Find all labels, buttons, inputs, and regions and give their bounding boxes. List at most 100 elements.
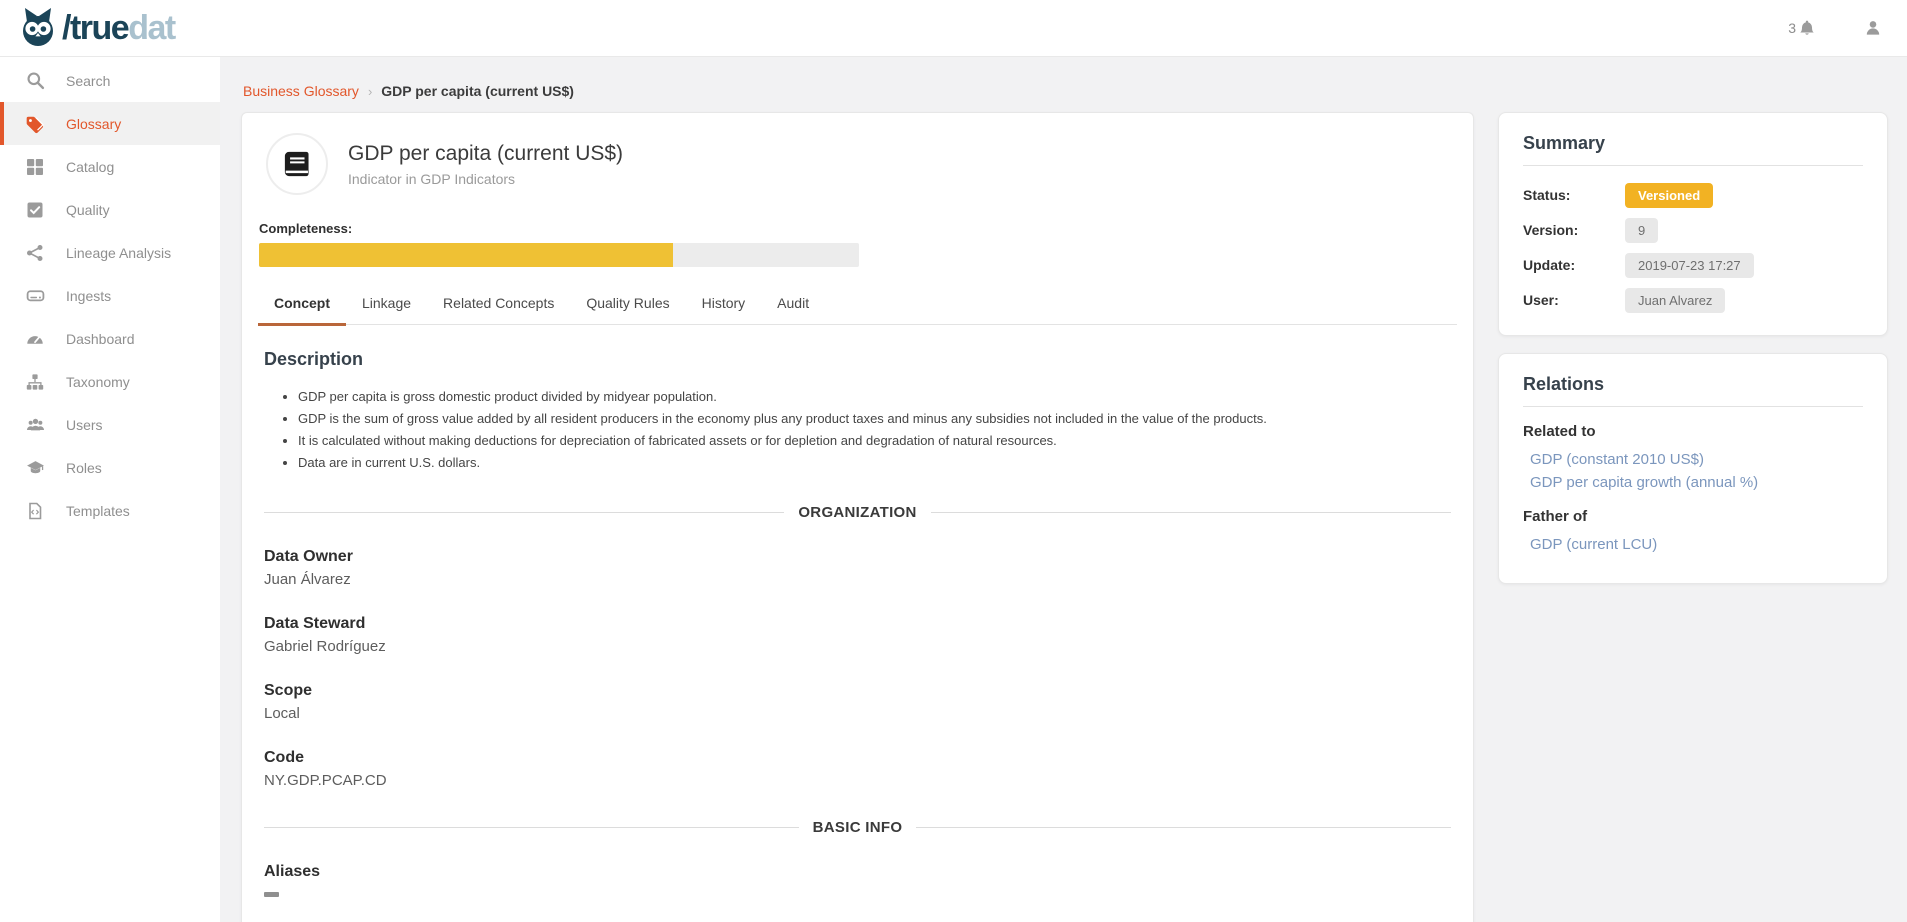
- sidebar-item-label: Taxonomy: [66, 374, 130, 390]
- drive-icon: [25, 286, 45, 306]
- book-icon: [282, 149, 312, 179]
- sidebar-item-label: Quality: [66, 202, 110, 218]
- sidebar-item-lineage-analysis[interactable]: Lineage Analysis: [0, 231, 220, 274]
- description-bullet: It is calculated without making deductio…: [298, 431, 1451, 451]
- user-label: User:: [1523, 292, 1625, 308]
- field-data-owner: Data Owner Juan Álvarez: [264, 548, 1451, 588]
- field-label: Data Steward: [264, 615, 1451, 633]
- empty-value-dash: [264, 892, 279, 897]
- concept-tab-panel: Description GDP per capita is gross dome…: [258, 349, 1457, 922]
- organization-heading: ORGANIZATION: [798, 504, 916, 521]
- main-content: Business Glossary › GDP per capita (curr…: [241, 57, 1474, 922]
- search-icon: [25, 71, 45, 91]
- app-window: /truedat 3: [0, 0, 1907, 922]
- relations-heading: Relations: [1523, 374, 1863, 395]
- description-bullet: GDP is the sum of gross value added by a…: [298, 409, 1451, 429]
- field-data-steward: Data Steward Gabriel Rodríguez: [264, 615, 1451, 655]
- concept-type-badge: [266, 133, 328, 195]
- field-aliases: Aliases: [264, 863, 1451, 897]
- topbar: /truedat 3: [0, 0, 1907, 57]
- tab-history[interactable]: History: [686, 295, 762, 324]
- tag-icon: [25, 114, 45, 134]
- check-square-icon: [25, 200, 45, 220]
- user-icon: [1863, 18, 1883, 38]
- description-bullet: GDP per capita is gross domestic product…: [298, 387, 1451, 407]
- summary-heading: Summary: [1523, 133, 1863, 154]
- completeness-bar: [259, 243, 859, 267]
- basic-info-heading: BASIC INFO: [813, 819, 903, 836]
- summary-row-user: User: Juan Alvarez: [1523, 287, 1863, 313]
- bell-icon: [1797, 18, 1817, 38]
- grid-icon: [25, 157, 45, 177]
- father-of-label: Father of: [1523, 508, 1863, 525]
- relation-link[interactable]: GDP (current LCU): [1530, 534, 1863, 557]
- basic-info-divider: BASIC INFO: [264, 819, 1451, 836]
- description-heading: Description: [264, 349, 1451, 370]
- sidebar-item-label: Search: [66, 73, 110, 89]
- update-label: Update:: [1523, 257, 1625, 273]
- summary-row-version: Version: 9: [1523, 217, 1863, 243]
- tab-concept[interactable]: Concept: [258, 295, 346, 326]
- notification-count: 3: [1788, 20, 1796, 36]
- status-badge: Versioned: [1625, 183, 1713, 208]
- description-bullet: Data are in current U.S. dollars.: [298, 453, 1451, 473]
- sidebar-item-label: Ingests: [66, 288, 111, 304]
- tab-related-concepts[interactable]: Related Concepts: [427, 295, 570, 324]
- sidebar-item-quality[interactable]: Quality: [0, 188, 220, 231]
- sidebar-item-label: Dashboard: [66, 331, 135, 347]
- relation-link[interactable]: GDP per capita growth (annual %): [1530, 472, 1863, 495]
- sidebar-item-label: Templates: [66, 503, 130, 519]
- field-value: NY.GDP.PCAP.CD: [264, 772, 1451, 789]
- concept-tabs: Concept Linkage Related Concepts Quality…: [258, 295, 1457, 325]
- description-bullets: GDP per capita is gross domestic product…: [264, 387, 1451, 474]
- concept-header: GDP per capita (current US$) Indicator i…: [258, 131, 1457, 195]
- sidebar-item-dashboard[interactable]: Dashboard: [0, 317, 220, 360]
- breadcrumb-separator: ›: [368, 84, 372, 99]
- breadcrumb-business-glossary[interactable]: Business Glossary: [243, 83, 359, 99]
- sidebar-item-templates[interactable]: Templates: [0, 489, 220, 532]
- sidebar-item-roles[interactable]: Roles: [0, 446, 220, 489]
- completeness-label: Completeness:: [259, 221, 1457, 236]
- concept-subtitle: Indicator in GDP Indicators: [348, 171, 623, 187]
- field-label: Scope: [264, 682, 1451, 700]
- sidebar-item-search[interactable]: Search: [0, 59, 220, 102]
- users-icon: [25, 415, 45, 435]
- truedat-logo[interactable]: /truedat: [16, 6, 175, 50]
- sidebar: Search Glossary Catalog Quality: [0, 57, 220, 922]
- logo-wordmark: /truedat: [62, 11, 175, 45]
- field-value: Gabriel Rodríguez: [264, 638, 1451, 655]
- relations-panel: Relations Related to GDP (constant 2010 …: [1498, 353, 1888, 584]
- tab-audit[interactable]: Audit: [761, 295, 825, 324]
- sidebar-item-catalog[interactable]: Catalog: [0, 145, 220, 188]
- notifications-button[interactable]: 3: [1788, 18, 1817, 38]
- sidebar-item-users[interactable]: Users: [0, 403, 220, 446]
- concept-card: GDP per capita (current US$) Indicator i…: [241, 112, 1474, 922]
- sidebar-item-taxonomy[interactable]: Taxonomy: [0, 360, 220, 403]
- status-label: Status:: [1523, 187, 1625, 203]
- summary-panel: Summary Status: Versioned Version: 9 Upd…: [1498, 112, 1888, 336]
- user-menu-button[interactable]: [1863, 18, 1883, 38]
- field-value: Local: [264, 705, 1451, 722]
- relation-link[interactable]: GDP (constant 2010 US$): [1530, 449, 1863, 472]
- tab-quality-rules[interactable]: Quality Rules: [570, 295, 685, 324]
- sidebar-item-label: Catalog: [66, 159, 114, 175]
- right-column: Summary Status: Versioned Version: 9 Upd…: [1498, 112, 1888, 601]
- owl-logo-icon: [16, 6, 60, 50]
- completeness-fill: [259, 243, 673, 267]
- field-code: Code NY.GDP.PCAP.CD: [264, 749, 1451, 789]
- user-badge: Juan Alvarez: [1625, 288, 1725, 313]
- concept-title: GDP per capita (current US$): [348, 142, 623, 166]
- gauge-icon: [25, 329, 45, 349]
- sidebar-item-glossary[interactable]: Glossary: [0, 102, 220, 145]
- organization-divider: ORGANIZATION: [264, 504, 1451, 521]
- field-value: Juan Álvarez: [264, 571, 1451, 588]
- sitemap-icon: [25, 372, 45, 392]
- sidebar-item-label: Users: [66, 417, 103, 433]
- completeness-section: Completeness:: [258, 221, 1457, 267]
- tab-linkage[interactable]: Linkage: [346, 295, 427, 324]
- share-nodes-icon: [25, 243, 45, 263]
- related-to-links: GDP (constant 2010 US$) GDP per capita g…: [1530, 449, 1863, 494]
- breadcrumb: Business Glossary › GDP per capita (curr…: [243, 83, 1472, 99]
- sidebar-item-ingests[interactable]: Ingests: [0, 274, 220, 317]
- sidebar-item-label: Glossary: [66, 116, 121, 132]
